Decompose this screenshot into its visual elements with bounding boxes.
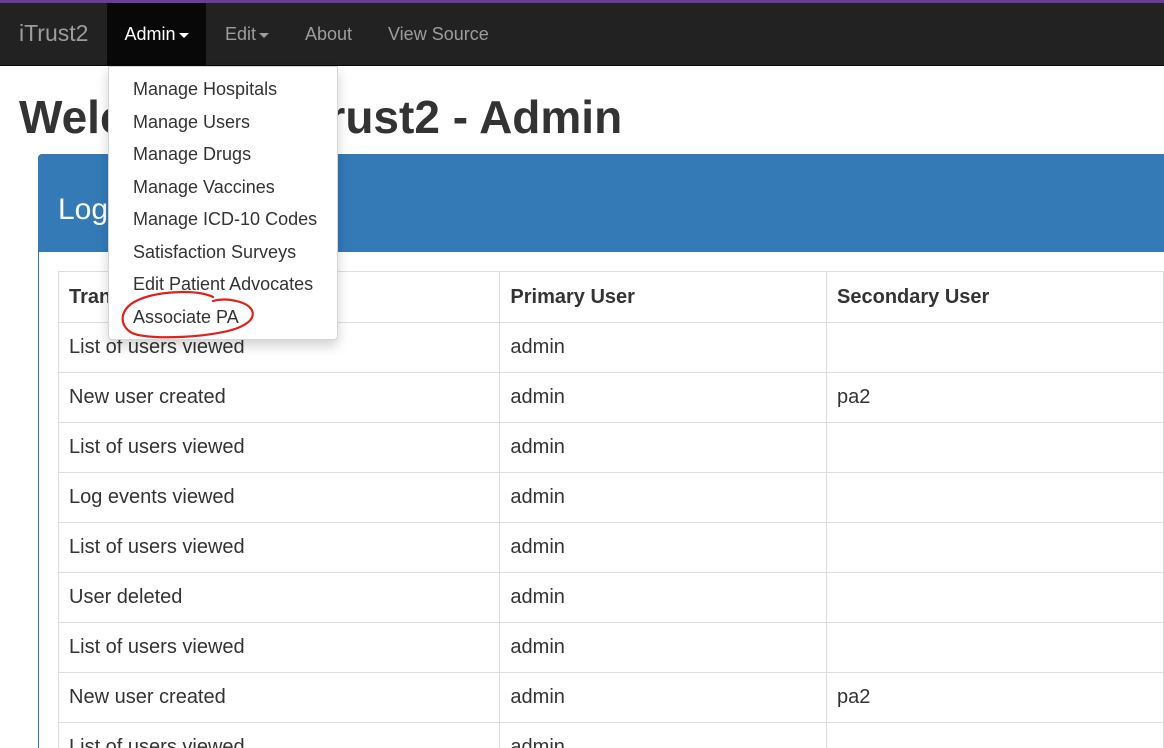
admin-dropdown-menu: Manage Hospitals Manage Users Manage Dru… xyxy=(108,66,338,340)
menu-item-associate-pa[interactable]: Associate PA xyxy=(133,307,239,328)
log-table: Transaction Type Primary User Secondary … xyxy=(57,271,1164,748)
cell-secondary-user xyxy=(826,572,1164,623)
brand-logo[interactable]: iTrust2 xyxy=(19,20,88,47)
cell-primary-user: admin xyxy=(499,522,828,573)
cell-transaction-type: User deleted xyxy=(57,572,501,623)
menu-item-satisfaction-surveys[interactable]: Satisfaction Surveys xyxy=(133,242,296,263)
nav-about[interactable]: About xyxy=(305,3,352,66)
cell-secondary-user xyxy=(826,322,1164,373)
cell-secondary-user: pa2 xyxy=(826,672,1164,723)
cell-primary-user: admin xyxy=(499,322,828,373)
cell-primary-user: admin xyxy=(499,372,828,423)
cell-primary-user: admin xyxy=(499,622,828,673)
cell-secondary-user: pa2 xyxy=(826,372,1164,423)
cell-transaction-type: Log events viewed xyxy=(57,472,501,523)
nav-view-source-label: View Source xyxy=(388,24,489,44)
table-row: List of users viewed admin xyxy=(57,522,1164,573)
table-row: List of users viewed admin xyxy=(57,722,1164,748)
table-row: User deleted admin xyxy=(57,572,1164,623)
navbar: iTrust2 Admin Edit About View Source xyxy=(0,3,1164,66)
cell-primary-user: admin xyxy=(499,672,828,723)
cell-transaction-type: List of users viewed xyxy=(57,522,501,573)
cell-secondary-user xyxy=(826,622,1164,673)
cell-transaction-type: List of users viewed xyxy=(57,622,501,673)
log-panel-title: Log xyxy=(58,193,109,226)
cell-primary-user: admin xyxy=(499,472,828,523)
menu-item-edit-patient-advocates[interactable]: Edit Patient Advocates xyxy=(133,274,313,295)
menu-item-manage-users[interactable]: Manage Users xyxy=(133,112,250,133)
menu-item-manage-hospitals[interactable]: Manage Hospitals xyxy=(133,79,277,100)
nav-edit-label: Edit xyxy=(225,24,257,44)
cell-secondary-user xyxy=(826,522,1164,573)
cell-transaction-type: New user created xyxy=(57,672,501,723)
menu-item-manage-vaccines[interactable]: Manage Vaccines xyxy=(133,177,275,198)
nav-admin-label: Admin xyxy=(124,24,176,44)
cell-secondary-user xyxy=(826,472,1164,523)
table-row: New user created admin pa2 xyxy=(57,372,1164,423)
menu-item-manage-icd10-codes[interactable]: Manage ICD-10 Codes xyxy=(133,209,317,230)
table-row: List of users viewed admin xyxy=(57,622,1164,673)
caret-down-icon xyxy=(259,32,270,38)
cell-transaction-type: New user created xyxy=(57,372,501,423)
nav-view-source[interactable]: View Source xyxy=(388,3,489,66)
cell-primary-user: admin xyxy=(499,572,828,623)
nav-about-label: About xyxy=(305,24,353,44)
cell-transaction-type: List of users viewed xyxy=(57,722,501,748)
column-header-secondary-user: Secondary User xyxy=(826,271,1164,323)
menu-item-manage-drugs[interactable]: Manage Drugs xyxy=(133,144,251,165)
table-row: List of users viewed admin xyxy=(57,422,1164,473)
nav-edit[interactable]: Edit xyxy=(225,3,270,66)
table-row: Log events viewed admin xyxy=(57,472,1164,523)
cell-transaction-type: List of users viewed xyxy=(57,422,501,473)
cell-primary-user: admin xyxy=(499,422,828,473)
cell-secondary-user xyxy=(826,722,1164,748)
caret-down-icon xyxy=(178,32,189,38)
column-header-primary-user: Primary User xyxy=(499,271,828,323)
cell-secondary-user xyxy=(826,422,1164,473)
nav-admin[interactable]: Admin xyxy=(107,3,206,66)
cell-primary-user: admin xyxy=(499,722,828,748)
table-row: New user created admin pa2 xyxy=(57,672,1164,723)
